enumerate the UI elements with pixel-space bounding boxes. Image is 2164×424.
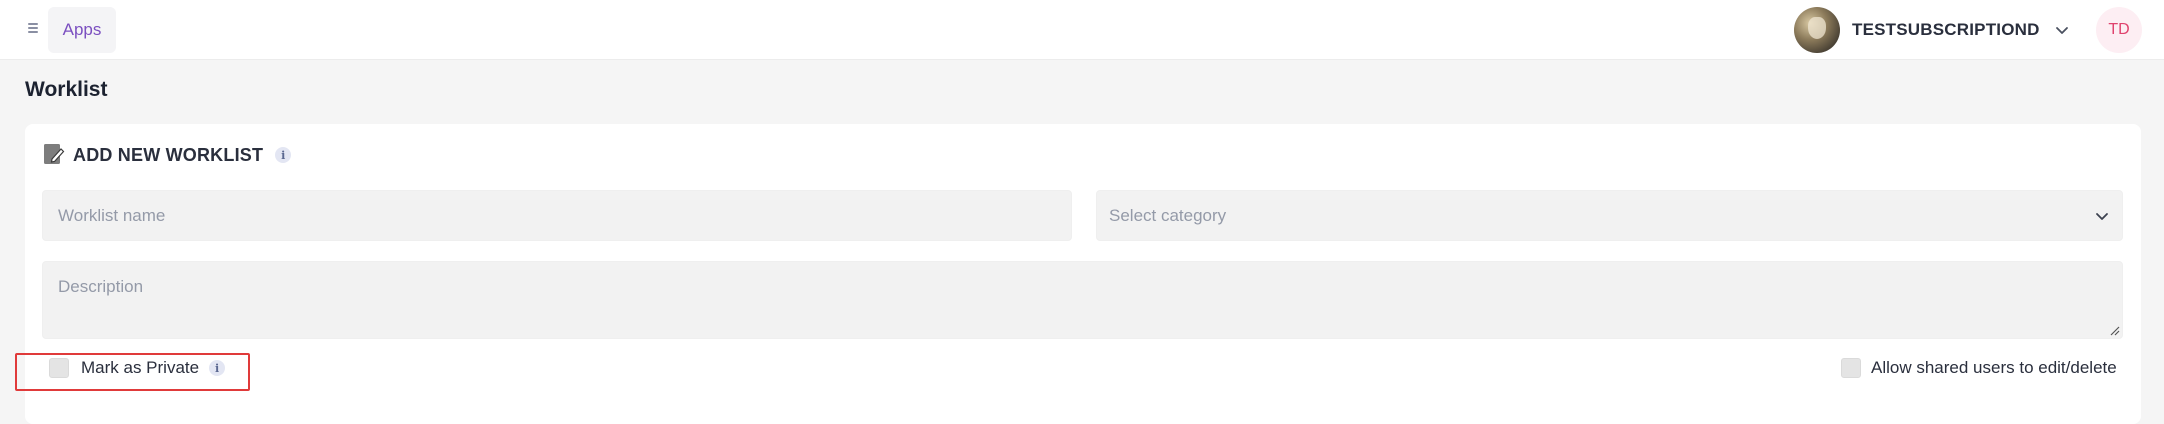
category-placeholder: Select category: [1109, 205, 1227, 225]
organization-switcher[interactable]: TESTSUBSCRIPTIOND: [1794, 6, 2070, 54]
organization-name: TESTSUBSCRIPTIOND: [1852, 20, 2040, 39]
edit-icon: [44, 144, 65, 164]
chevron-down-icon: [2055, 27, 2068, 34]
add-worklist-card: ADD NEW WORKLIST i Select category Mark …: [25, 124, 2141, 424]
organization-avatar: [1794, 7, 1840, 53]
info-icon[interactable]: i: [275, 147, 292, 163]
allow-shared-edit-row: Allow shared users to edit/delete: [1841, 358, 2117, 378]
apps-button[interactable]: Apps: [48, 7, 116, 53]
hamburger-icon[interactable]: [25, 20, 41, 36]
user-avatar[interactable]: TD: [2096, 7, 2142, 53]
highlight-box: [15, 353, 250, 391]
card-title: ADD NEW WORKLIST: [73, 144, 264, 165]
worklist-name-input[interactable]: [43, 191, 1071, 240]
allow-shared-edit-checkbox[interactable]: [1841, 358, 1861, 378]
allow-shared-edit-label[interactable]: Allow shared users to edit/delete: [1871, 358, 2117, 378]
chevron-down-icon: [2096, 212, 2108, 220]
category-select[interactable]: Select category: [1096, 190, 2123, 241]
resize-handle-icon[interactable]: [2108, 324, 2120, 336]
top-bar: Apps TESTSUBSCRIPTIOND TD: [0, 0, 2164, 60]
worklist-name-field[interactable]: [42, 190, 1072, 241]
description-field[interactable]: [42, 261, 2123, 339]
page-title: Worklist: [25, 78, 108, 101]
card-header: ADD NEW WORKLIST i: [43, 142, 292, 168]
description-input[interactable]: [43, 262, 2122, 338]
